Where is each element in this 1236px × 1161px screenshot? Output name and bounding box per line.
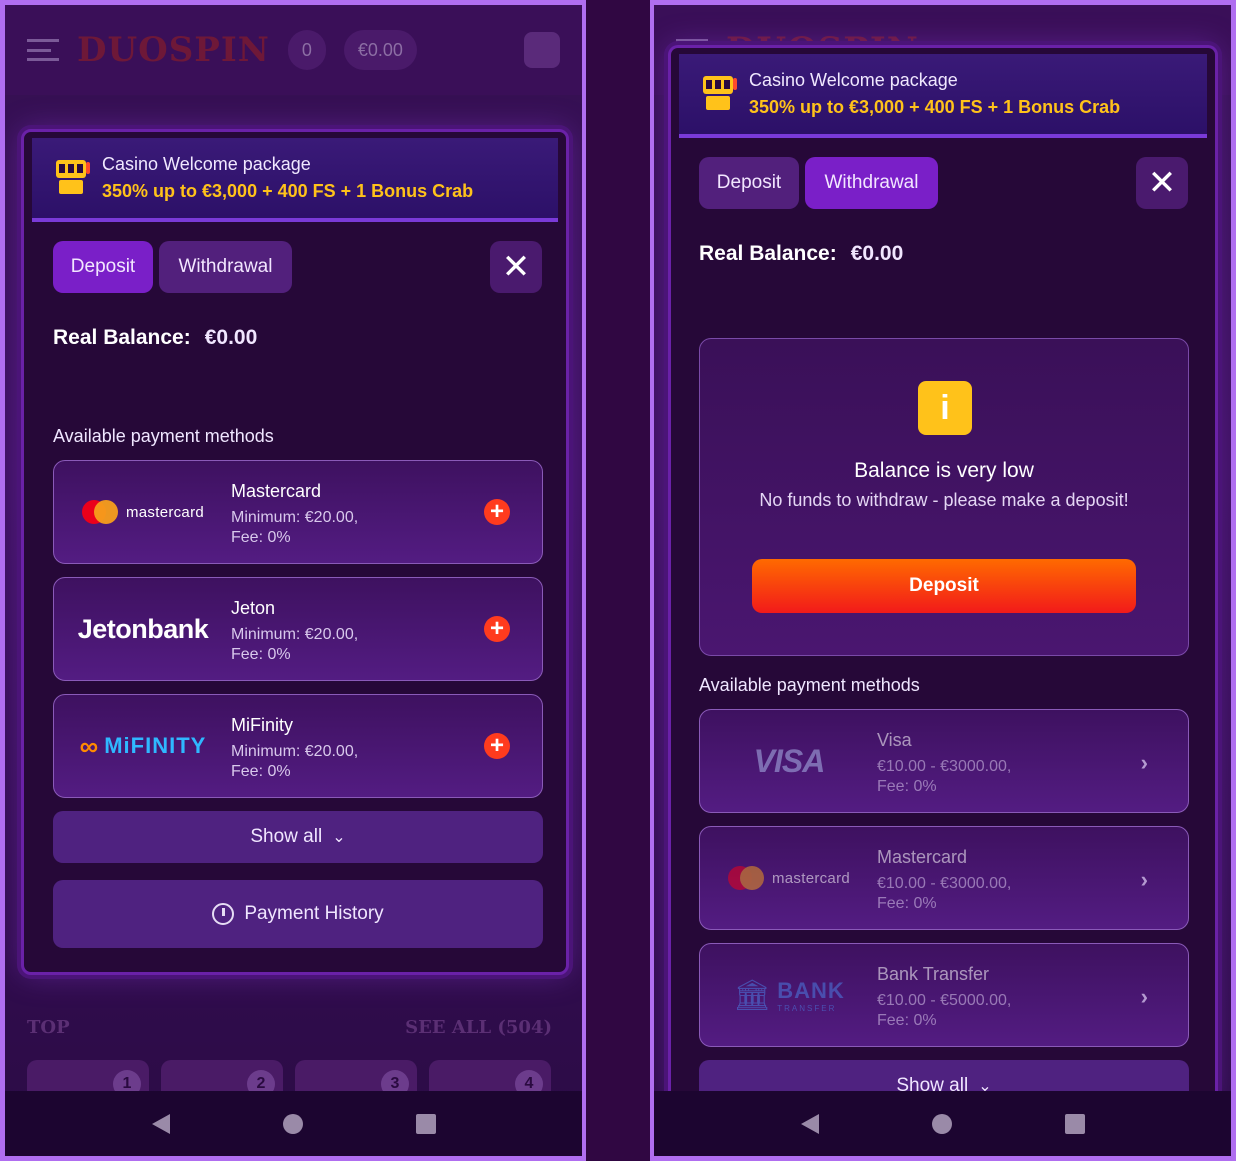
payment-method-mastercard[interactable]: mastercard Mastercard Minimum: €20.00, F… <box>53 460 543 564</box>
payment-history-label: Payment History <box>244 903 384 924</box>
screenshot-divider <box>586 0 650 1161</box>
home-icon[interactable] <box>931 1113 952 1134</box>
top-label: TOP <box>27 1017 70 1038</box>
cashier-modal: Casino Welcome package 350% up to €3,000… <box>21 129 569 975</box>
method-name: Mastercard <box>877 847 968 867</box>
bank-building-icon: 🏛 <box>733 978 772 1012</box>
welcome-promo-banner[interactable]: Casino Welcome package 350% up to €3,000… <box>679 54 1207 138</box>
method-range: €10.00 - €3000.00, <box>877 758 1012 775</box>
menu-search-icon[interactable] <box>27 39 59 61</box>
close-icon[interactable]: ✕ <box>1136 157 1188 209</box>
method-name: Mastercard <box>231 481 322 501</box>
tab-withdrawal[interactable]: Withdrawal <box>805 157 938 209</box>
mastercard-logo: mastercard <box>68 461 218 563</box>
add-icon[interactable]: + <box>484 733 510 759</box>
method-fee: Fee: 0% <box>231 763 291 780</box>
see-all-link[interactable]: SEE ALL (504) <box>405 1017 552 1038</box>
deposit-button[interactable]: Deposit <box>752 559 1136 613</box>
app-logo: DUOSPIN <box>77 30 270 70</box>
promo-title: Casino Welcome package <box>749 70 958 90</box>
payment-methods-heading: Available payment methods <box>699 675 920 695</box>
tab-deposit[interactable]: Deposit <box>699 157 799 209</box>
promo-offer: 350% up to €3,000 + 400 FS + 1 Bonus Cra… <box>102 181 474 201</box>
chevron-right-icon[interactable]: › <box>1141 867 1148 893</box>
payment-method-mifinity[interactable]: ∞ MiFINITY MiFinity Minimum: €20.00, Fee:… <box>53 694 543 798</box>
promo-title: Casino Welcome package <box>102 154 311 174</box>
android-nav-bar <box>5 1091 582 1156</box>
alert-title: Balance is very low <box>854 459 1034 482</box>
visa-logo: VISA <box>753 742 826 779</box>
balance-value: €0.00 <box>204 326 258 349</box>
method-fee: Fee: 0% <box>877 1012 937 1029</box>
top-games-row: TOP SEE ALL (504) <box>27 1017 552 1038</box>
info-icon: i <box>918 381 972 435</box>
slot-machine-icon <box>56 160 90 196</box>
method-fee: Fee: 0% <box>877 778 937 795</box>
promo-offer: 350% up to €3,000 + 400 FS + 1 Bonus Cra… <box>749 97 1121 117</box>
method-name: Visa <box>877 730 912 750</box>
back-icon[interactable] <box>800 1113 819 1134</box>
android-nav-bar <box>654 1091 1231 1156</box>
show-all-label: Show all <box>250 826 323 847</box>
jetonbank-logo: Jetonbank <box>77 613 209 644</box>
method-fee: Fee: 0% <box>231 529 291 546</box>
recent-apps-icon[interactable] <box>1064 1113 1085 1134</box>
method-name: Bank Transfer <box>877 964 990 984</box>
method-minimum: Minimum: €20.00, <box>231 509 359 526</box>
payment-history-button[interactable]: Payment History <box>53 880 543 948</box>
cashier-modal: Casino Welcome package 350% up to €3,000… <box>668 45 1218 1105</box>
chevron-down-icon: ⌄ <box>332 829 346 846</box>
method-name: Jeton <box>231 598 276 618</box>
welcome-promo-banner[interactable]: Casino Welcome package 350% up to €3,000… <box>32 138 558 222</box>
method-name: MiFinity <box>231 715 293 735</box>
balance-pill[interactable]: €0.00 <box>343 30 417 70</box>
method-minimum: Minimum: €20.00, <box>231 743 359 760</box>
mastercard-logo: mastercard <box>714 827 864 929</box>
coins-pill[interactable]: 0 <box>287 30 326 70</box>
history-icon <box>212 903 235 925</box>
tab-deposit[interactable]: Deposit <box>53 241 153 293</box>
method-fee: Fee: 0% <box>877 895 937 912</box>
slot-machine-icon <box>703 76 737 112</box>
close-icon[interactable]: ✕ <box>490 241 542 293</box>
method-minimum: Minimum: €20.00, <box>231 626 359 643</box>
payment-method-visa[interactable]: VISA Visa €10.00 - €3000.00, Fee: 0% › <box>699 709 1189 813</box>
alert-message: No funds to withdraw - please make a dep… <box>759 490 1129 510</box>
real-balance: Real Balance: €0.00 <box>53 326 257 350</box>
balance-label: Real Balance: <box>699 242 837 265</box>
phone-screen-deposit: DUOSPIN 0 €0.00 TOP SEE ALL (504) 1 2 3 … <box>5 5 582 1156</box>
method-range: €10.00 - €5000.00, <box>877 992 1012 1009</box>
low-balance-alert: i Balance is very low No funds to withdr… <box>699 338 1189 656</box>
payment-method-bank-transfer[interactable]: 🏛 BANK TRANSFER Bank Transfer €10.00 - €5… <box>699 943 1189 1047</box>
balance-label: Real Balance: <box>53 326 191 349</box>
payment-methods-heading: Available payment methods <box>53 426 274 446</box>
app-header: DUOSPIN 0 €0.00 <box>5 5 582 95</box>
method-range: €10.00 - €3000.00, <box>877 875 1012 892</box>
home-icon[interactable] <box>282 1113 303 1134</box>
mifinity-logo: ∞ MiFINITY <box>79 730 207 761</box>
show-all-button[interactable]: Show all ⌄ <box>53 811 543 863</box>
real-balance: Real Balance: €0.00 <box>699 242 903 266</box>
chevron-right-icon[interactable]: › <box>1141 984 1148 1010</box>
payment-method-jeton[interactable]: Jetonbank Jeton Minimum: €20.00, Fee: 0%… <box>53 577 543 681</box>
recent-apps-icon[interactable] <box>415 1113 436 1134</box>
back-icon[interactable] <box>151 1113 170 1134</box>
method-fee: Fee: 0% <box>231 646 291 663</box>
profile-icon[interactable] <box>524 32 560 68</box>
bank-transfer-logo: 🏛 BANK TRANSFER <box>733 977 845 1013</box>
payment-method-mastercard[interactable]: mastercard Mastercard €10.00 - €3000.00,… <box>699 826 1189 930</box>
tab-withdrawal[interactable]: Withdrawal <box>159 241 292 293</box>
phone-screen-withdrawal: DUOSPIN Casino Welcome package 350% up t… <box>654 5 1231 1156</box>
balance-value: €0.00 <box>850 242 904 265</box>
add-icon[interactable]: + <box>484 616 510 642</box>
chevron-right-icon[interactable]: › <box>1141 750 1148 776</box>
add-icon[interactable]: + <box>484 499 510 525</box>
